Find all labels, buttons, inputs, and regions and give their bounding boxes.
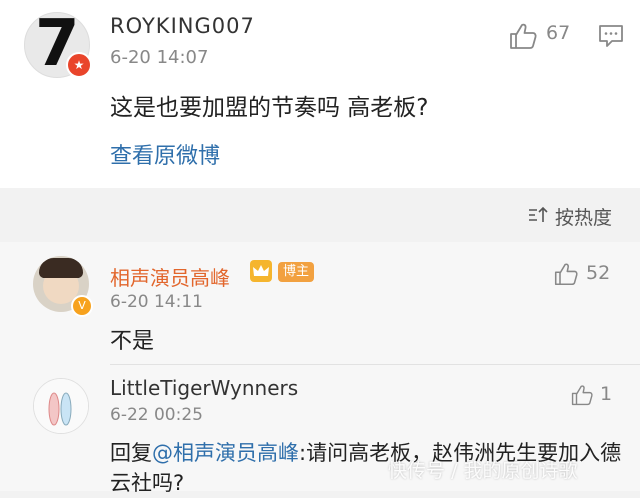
comment-username[interactable]: 相声演员高峰 — [110, 262, 230, 291]
thumbs-up-icon[interactable] — [570, 384, 594, 406]
thumbs-up-icon[interactable] — [508, 22, 538, 50]
comment-avatar[interactable] — [33, 378, 89, 434]
divider — [110, 364, 640, 365]
avatar-hair — [39, 258, 83, 278]
sort-by-hot-button[interactable]: 按热度 — [555, 203, 612, 230]
reply-prefix: 回复 — [110, 441, 152, 465]
thumbs-up-icon[interactable] — [553, 262, 579, 286]
original-post-content: 这是也要加盟的节奏吗 高老板? — [110, 95, 429, 121]
crown-icon — [250, 260, 272, 282]
original-post-time: 6-20 14:07 — [110, 47, 209, 68]
comment-icon[interactable] — [598, 24, 624, 48]
view-original-link[interactable]: 查看原微博 — [110, 138, 220, 170]
blogger-badge: 博主 — [278, 262, 315, 282]
verified-icon: V — [71, 295, 93, 317]
comment-time: 6-20 14:11 — [110, 292, 203, 312]
mention-link[interactable]: @相声演员高峰 — [152, 441, 299, 465]
watermark: 快传号 / 我的原创诗歌 — [388, 460, 578, 482]
comment-like-count: 52 — [586, 262, 611, 284]
comment-text: 不是 — [110, 329, 155, 354]
original-poster-name[interactable]: ROYKING007 — [110, 14, 255, 38]
comment-username[interactable]: LittleTigerWynners — [110, 376, 298, 400]
original-like-count: 67 — [546, 22, 571, 44]
vip-badge-icon: ★ — [66, 52, 92, 78]
comment-time: 6-22 00:25 — [110, 405, 203, 425]
sort-icon[interactable] — [528, 205, 548, 225]
surfboard-logo-icon — [34, 379, 88, 433]
comment-like-count: 1 — [600, 383, 613, 405]
